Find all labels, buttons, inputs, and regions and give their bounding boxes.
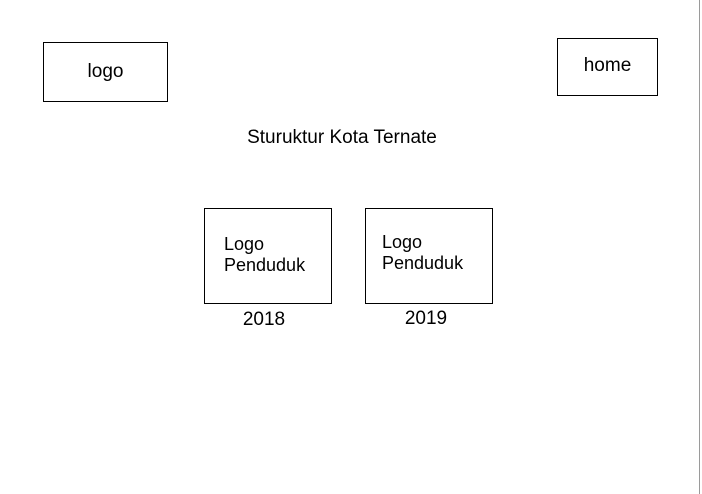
logo-label: logo (87, 61, 124, 82)
card-label-line2: Penduduk (224, 255, 306, 275)
card-year-label: 2019 (404, 308, 448, 329)
home-button[interactable]: home (557, 38, 658, 96)
population-card-2018: Logo Penduduk 2018 (204, 208, 332, 330)
page-title: Sturuktur Kota Ternate (247, 127, 437, 148)
population-logo-label: Logo Penduduk (224, 234, 305, 276)
population-card-2019: Logo Penduduk 2019 (365, 208, 493, 329)
population-logo-box[interactable]: Logo Penduduk (204, 208, 332, 304)
card-label-line1: Logo (224, 234, 265, 254)
card-label-line2: Penduduk (382, 253, 464, 273)
page-right-border (699, 0, 700, 494)
logo-placeholder[interactable]: logo (43, 42, 168, 102)
population-logo-box[interactable]: Logo Penduduk (365, 208, 493, 304)
home-label: home (583, 55, 632, 76)
card-year-label: 2018 (242, 309, 286, 330)
population-logo-label: Logo Penduduk (382, 232, 463, 274)
card-label-line1: Logo (382, 232, 423, 252)
